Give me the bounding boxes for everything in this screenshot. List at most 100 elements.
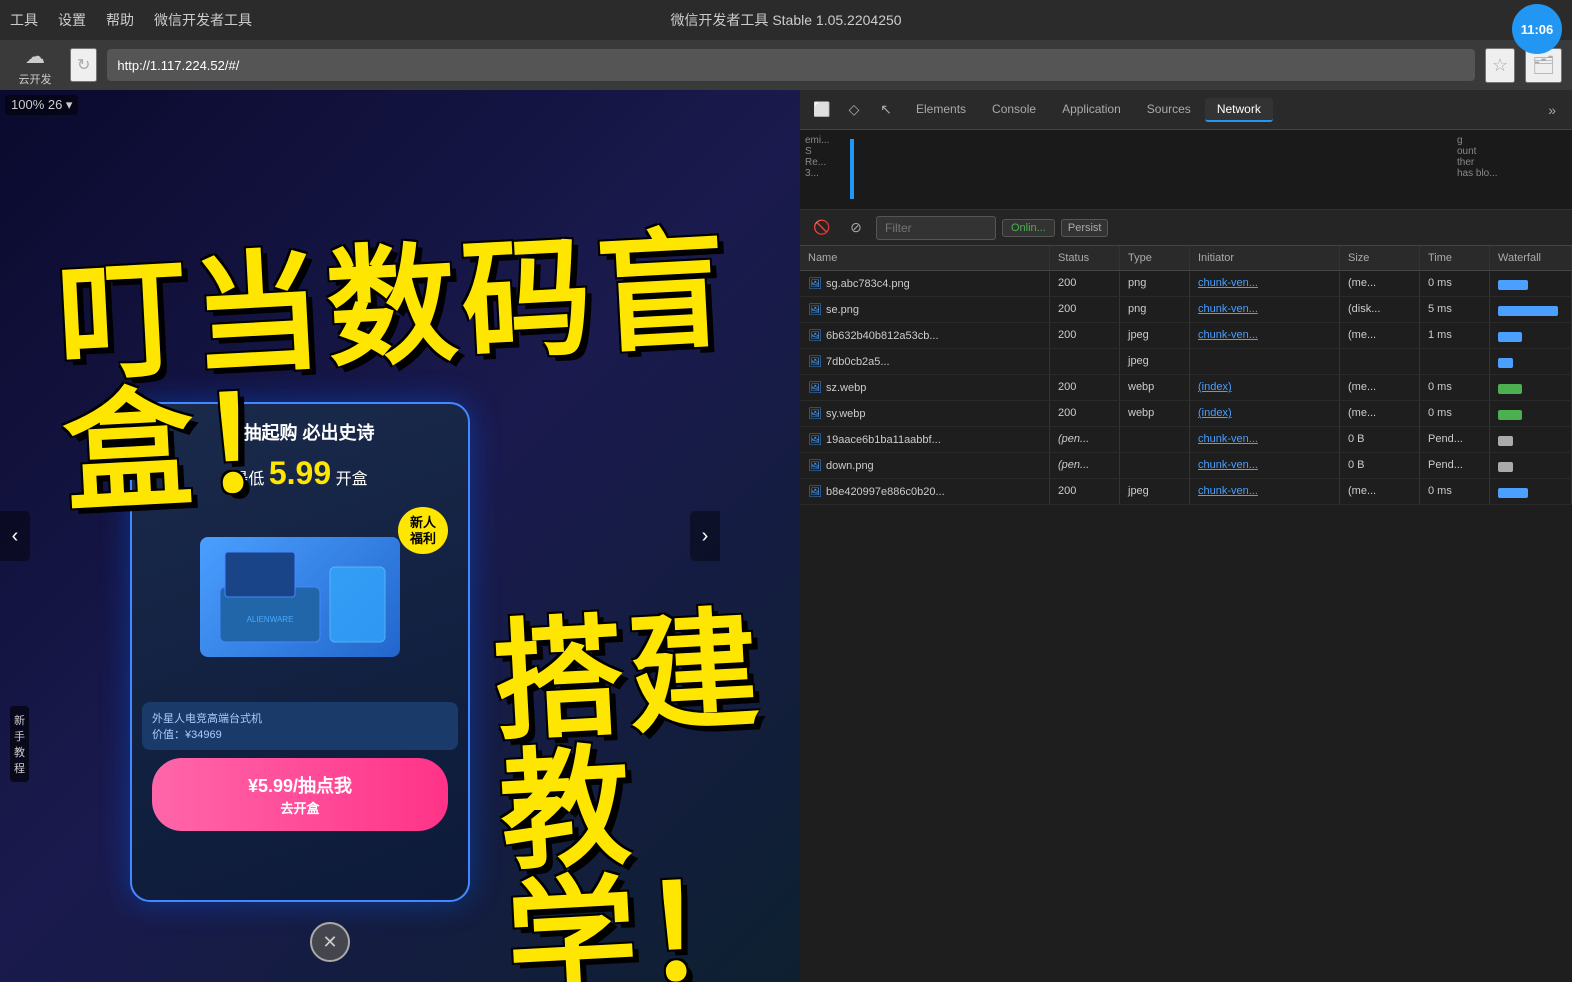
initiator-link[interactable]: chunk-ven... bbox=[1198, 433, 1258, 445]
row-waterfall bbox=[1490, 401, 1572, 426]
waterfall-bar bbox=[1498, 280, 1528, 290]
side-new-tutorial[interactable]: 新手教程 bbox=[10, 706, 29, 782]
row-type: webp bbox=[1120, 375, 1190, 400]
row-type: png bbox=[1120, 271, 1190, 296]
devtools-more-tabs[interactable]: » bbox=[1540, 98, 1564, 122]
row-initiator: chunk-ven... bbox=[1190, 453, 1340, 478]
row-status: 200 bbox=[1050, 401, 1120, 426]
devtools-select-button[interactable]: ↖ bbox=[872, 96, 900, 124]
devtools-inspect-button[interactable]: ⬜ bbox=[808, 96, 836, 124]
row-status: 200 bbox=[1050, 271, 1120, 296]
clock: 11:06 bbox=[1512, 4, 1562, 54]
row-status: 200 bbox=[1050, 375, 1120, 400]
row-initiator: chunk-ven... bbox=[1190, 297, 1340, 322]
initiator-link[interactable]: chunk-ven... bbox=[1198, 277, 1258, 289]
row-name: 🖼down.png bbox=[800, 453, 1050, 478]
waterfall-bar bbox=[1498, 332, 1522, 342]
table-row[interactable]: 🖼19aace6b1ba11aabbf... (pen... chunk-ven… bbox=[800, 427, 1572, 453]
timeline-right-info: g ount ther has blo... bbox=[1452, 130, 1572, 209]
cta-price: ¥5.99/抽点我 bbox=[166, 772, 434, 798]
tab-console[interactable]: Console bbox=[980, 98, 1048, 122]
network-persist-button[interactable]: Persist bbox=[1061, 219, 1109, 237]
carousel-arrow-left[interactable]: ‹ bbox=[0, 511, 30, 561]
network-clear-button[interactable]: 🚫 bbox=[808, 214, 836, 242]
initiator-link[interactable]: chunk-ven... bbox=[1198, 459, 1258, 471]
new-user-line2: 福利 bbox=[410, 531, 436, 547]
initiator-link[interactable]: chunk-ven... bbox=[1198, 485, 1258, 497]
online-status[interactable]: Onlin... bbox=[1002, 219, 1055, 237]
row-name: 🖼7db0cb2a5... bbox=[800, 349, 1050, 374]
row-waterfall bbox=[1490, 479, 1572, 504]
initiator-link[interactable]: chunk-ven... bbox=[1198, 303, 1258, 315]
card-cta-button[interactable]: ¥5.99/抽点我 去开盒 bbox=[152, 758, 448, 831]
table-row[interactable]: 🖼sg.abc783c4.png 200 png chunk-ven... (m… bbox=[800, 271, 1572, 297]
cloud-label: 云开发 bbox=[19, 71, 52, 87]
row-size: (disk... bbox=[1340, 297, 1420, 322]
menu-wechat[interactable]: 微信开发者工具 bbox=[154, 10, 252, 30]
row-status: 200 bbox=[1050, 479, 1120, 504]
row-type: jpeg bbox=[1120, 479, 1190, 504]
row-initiator: (index) bbox=[1190, 375, 1340, 400]
network-filter-input[interactable] bbox=[876, 216, 996, 240]
file-icon: 🖼 bbox=[808, 381, 822, 394]
row-time: 5 ms bbox=[1420, 297, 1490, 322]
table-row[interactable]: 🖼sz.webp 200 webp (index) (me... 0 ms bbox=[800, 375, 1572, 401]
file-icon: 🖼 bbox=[808, 485, 822, 498]
table-row[interactable]: 🖼7db0cb2a5... jpeg bbox=[800, 349, 1572, 375]
menu-help[interactable]: 帮助 bbox=[106, 10, 134, 30]
row-size: (me... bbox=[1340, 479, 1420, 504]
row-status: 200 bbox=[1050, 297, 1120, 322]
row-waterfall bbox=[1490, 349, 1572, 374]
waterfall-bar bbox=[1498, 462, 1513, 472]
row-time: Pend... bbox=[1420, 427, 1490, 452]
product-name: 外星人电竞高端台式机 bbox=[152, 710, 448, 726]
address-bar: ☁ 云开发 ↻ ☆ 🗂 bbox=[0, 40, 1572, 90]
row-size: 0 B bbox=[1340, 453, 1420, 478]
file-icon: 🖼 bbox=[808, 277, 822, 290]
network-table-header: Name Status Type Initiator Size Time Wat… bbox=[800, 246, 1572, 271]
row-name: 🖼19aace6b1ba11aabbf... bbox=[800, 427, 1050, 452]
tab-sources[interactable]: Sources bbox=[1135, 98, 1203, 122]
tab-network[interactable]: Network bbox=[1205, 98, 1273, 122]
timeline-left-info: emi... S Re... 3... bbox=[800, 130, 980, 209]
row-initiator: chunk-ven... bbox=[1190, 323, 1340, 348]
network-filter-button[interactable]: ⊘ bbox=[842, 214, 870, 242]
overlay-title-1: 叮当数码盲盒！ bbox=[54, 221, 800, 519]
bookmark-button[interactable]: ☆ bbox=[1485, 48, 1515, 83]
initiator-link[interactable]: (index) bbox=[1198, 407, 1232, 419]
header-waterfall: Waterfall bbox=[1490, 246, 1572, 270]
row-type bbox=[1120, 427, 1190, 452]
close-card-button[interactable]: ✕ bbox=[310, 922, 350, 962]
row-initiator: chunk-ven... bbox=[1190, 427, 1340, 452]
devtools-device-button[interactable]: ◇ bbox=[840, 96, 868, 124]
cloud-dev-button[interactable]: ☁ 云开发 bbox=[10, 44, 60, 87]
tab-elements[interactable]: Elements bbox=[904, 98, 978, 122]
refresh-button[interactable]: ↻ bbox=[70, 48, 97, 82]
row-initiator bbox=[1190, 349, 1340, 374]
cta-action: 去开盒 bbox=[166, 798, 434, 817]
menu-tool[interactable]: 工具 bbox=[10, 10, 38, 30]
network-table: Name Status Type Initiator Size Time Wat… bbox=[800, 246, 1572, 982]
table-row[interactable]: 🖼down.png (pen... chunk-ven... 0 B Pend.… bbox=[800, 453, 1572, 479]
header-size: Size bbox=[1340, 246, 1420, 270]
row-status: (pen... bbox=[1050, 453, 1120, 478]
row-size: 0 B bbox=[1340, 427, 1420, 452]
menu-settings[interactable]: 设置 bbox=[58, 10, 86, 30]
file-icon: 🖼 bbox=[808, 329, 822, 342]
header-name: Name bbox=[800, 246, 1050, 270]
table-row[interactable]: 🖼sy.webp 200 webp (index) (me... 0 ms bbox=[800, 401, 1572, 427]
row-type: jpeg bbox=[1120, 349, 1190, 374]
cloud-icon: ☁ bbox=[25, 44, 45, 69]
url-input[interactable] bbox=[107, 49, 1475, 81]
tab-application[interactable]: Application bbox=[1050, 98, 1133, 122]
zoom-control[interactable]: 100% 26 ▾ bbox=[5, 95, 78, 115]
timeline-bar bbox=[850, 139, 854, 199]
initiator-link[interactable]: chunk-ven... bbox=[1198, 329, 1258, 341]
devtools-second-toolbar: 🚫 ⊘ Onlin... Persist bbox=[800, 210, 1572, 246]
table-row[interactable]: 🖼6b632b40b812a53cb... 200 jpeg chunk-ven… bbox=[800, 323, 1572, 349]
carousel-arrow-right[interactable]: › bbox=[690, 511, 720, 561]
initiator-link[interactable]: (index) bbox=[1198, 381, 1232, 393]
row-waterfall bbox=[1490, 453, 1572, 478]
table-row[interactable]: 🖼se.png 200 png chunk-ven... (disk... 5 … bbox=[800, 297, 1572, 323]
table-row[interactable]: 🖼b8e420997e886c0b20... 200 jpeg chunk-ve… bbox=[800, 479, 1572, 505]
